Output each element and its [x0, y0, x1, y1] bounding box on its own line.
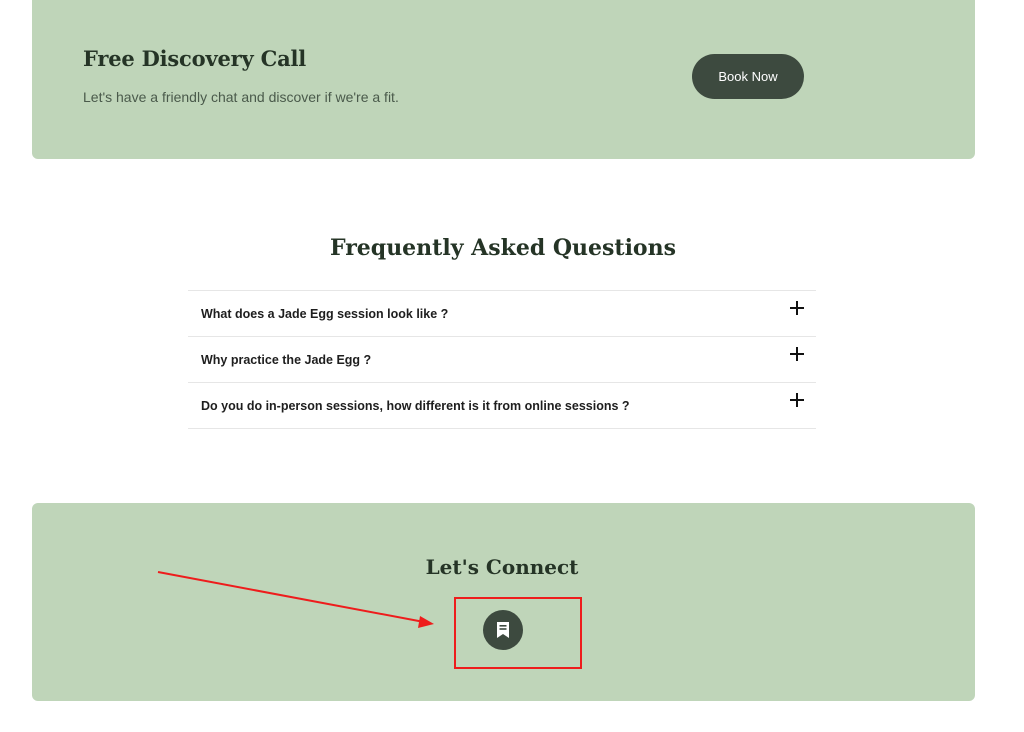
- plus-icon[interactable]: [790, 301, 804, 315]
- faq-question: Do you do in-person sessions, how differ…: [201, 399, 630, 413]
- connect-title: Let's Connect: [425, 555, 579, 579]
- discovery-subtitle: Let's have a friendly chat and discover …: [83, 89, 399, 105]
- discovery-title: Free Discovery Call: [83, 46, 307, 71]
- discovery-call-banner: Free Discovery Call Let's have a friendl…: [32, 0, 975, 159]
- faq-item[interactable]: Why practice the Jade Egg ?: [188, 337, 816, 383]
- page: Free Discovery Call Let's have a friendl…: [0, 0, 1024, 732]
- annotation-highlight-box: [454, 597, 582, 669]
- faq-item[interactable]: What does a Jade Egg session look like ?: [188, 291, 816, 337]
- book-now-button[interactable]: Book Now: [692, 54, 804, 99]
- faq-item[interactable]: Do you do in-person sessions, how differ…: [188, 383, 816, 429]
- faq-question: Why practice the Jade Egg ?: [201, 353, 372, 367]
- plus-icon[interactable]: [790, 393, 804, 407]
- faq-title: Frequently Asked Questions: [329, 235, 676, 261]
- faq-question: What does a Jade Egg session look like ?: [201, 307, 449, 321]
- faq-list: What does a Jade Egg session look like ?…: [188, 290, 816, 429]
- plus-icon[interactable]: [790, 347, 804, 361]
